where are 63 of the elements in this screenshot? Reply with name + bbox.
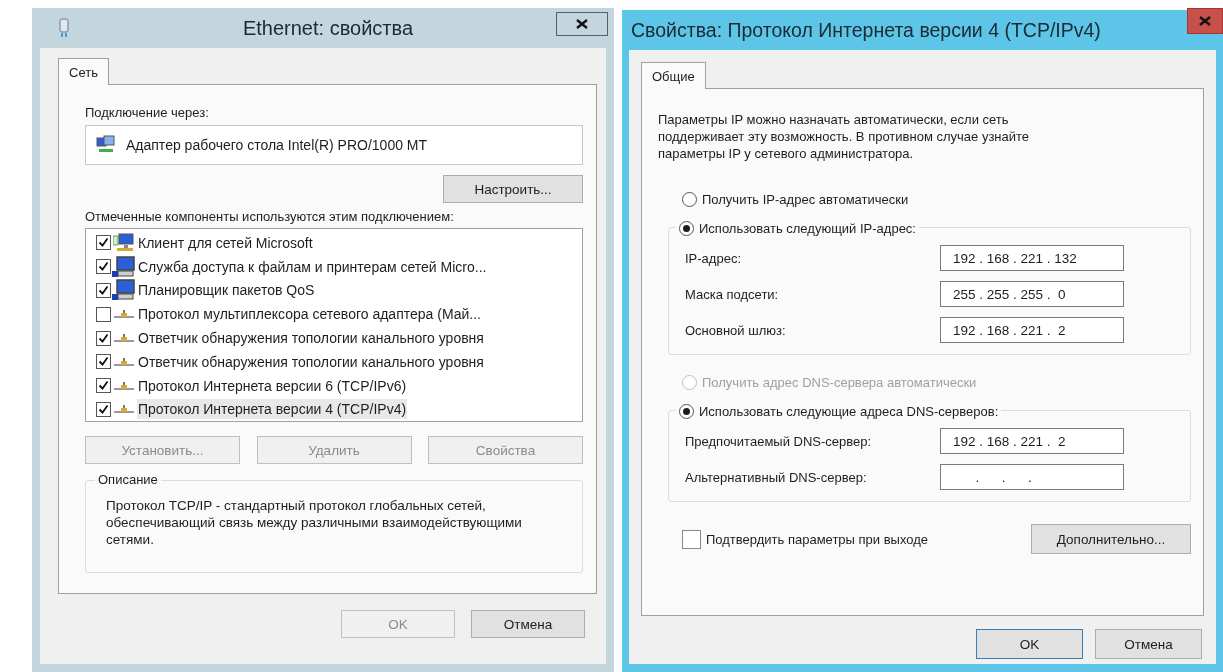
- radio-label: Использовать следующие адреса DNS-серверов:: [699, 404, 999, 419]
- close-icon: [1199, 16, 1211, 26]
- protocol-icon: [113, 356, 135, 367]
- component-item[interactable]: Клиент для сетей Microsoft: [137, 232, 314, 253]
- window-title: Свойства: Протокол Интернета версии 4 (TCP/IPv4): [631, 18, 1101, 42]
- network-adapter-icon: [96, 135, 116, 155]
- component-item[interactable]: Ответчик обнаружения топологии канального уровня: [137, 351, 485, 372]
- ip-address-field[interactable]: . . .: [940, 464, 1124, 490]
- close-button[interactable]: [556, 12, 608, 36]
- computer-icon: [112, 279, 136, 302]
- protocol-icon: [113, 380, 135, 391]
- component-item[interactable]: Протокол мультиплексора сетевого адаптера (Май...: [137, 304, 482, 325]
- radio-button[interactable]: [682, 192, 697, 207]
- connect-label: Подключение через:: [85, 105, 210, 120]
- field-label: Основной шлюз:: [685, 322, 786, 338]
- intro-text: Параметры IP можно назначать автоматически, если сеть поддерживает эту возможность. В противном случае узнайте параметры IP у сетевого администратора.: [658, 111, 1031, 162]
- component-item[interactable]: Протокол Интернета версии 6 (TCP/IPv6): [137, 375, 408, 396]
- adapter-name: Адаптер рабочего стола Intel(R) PRO/1000 MT: [126, 137, 428, 153]
- description-text: Протокол TCP/IP - стандартный протокол глобальных сетей, обеспечивающий связь между различными взаимодействующими сетями.: [106, 497, 523, 548]
- protocol-icon: [113, 404, 135, 415]
- radio-label: Получить IP-адрес автоматически: [702, 192, 909, 207]
- field-label: IP-адрес:: [685, 250, 741, 266]
- component-item[interactable]: Планировщик пакетов QoS: [137, 280, 316, 301]
- checkbox[interactable]: [96, 354, 111, 370]
- radio-button[interactable]: [679, 221, 694, 236]
- window-title: Ethernet: свойства: [241, 16, 415, 40]
- ip-address-field[interactable]: 192 . 168 . 221 . 2: [940, 317, 1124, 343]
- field-label: Предпочитаемый DNS-сервер:: [685, 433, 872, 449]
- ip-address-field[interactable]: 192 . 168 . 221 . 2: [940, 428, 1124, 454]
- field-label: Альтернативный DNS-сервер:: [685, 469, 867, 485]
- dialog-button[interactable]: Отмена: [471, 610, 585, 638]
- component-item[interactable]: Ответчик обнаружения топологии канального уровня: [137, 328, 485, 349]
- checkbox[interactable]: [96, 306, 111, 322]
- checkbox[interactable]: [96, 259, 111, 275]
- protocol-icon: [113, 333, 135, 344]
- radio-label: Использовать следующий IP-адрес:: [699, 221, 916, 236]
- computer-icon: [112, 255, 136, 278]
- dialog-button[interactable]: OK: [976, 629, 1083, 659]
- checkbox[interactable]: [96, 235, 111, 251]
- checkbox-label: Подтвердить параметры при выходе: [706, 531, 929, 547]
- checkbox[interactable]: [96, 378, 111, 394]
- ip-address-field[interactable]: 192 . 168 . 221 . 132: [940, 245, 1124, 271]
- checkbox[interactable]: [96, 401, 111, 417]
- description-legend: Описание: [95, 472, 161, 487]
- components-label: Отмеченные компоненты используются этим подключением:: [85, 209, 455, 224]
- tab[interactable]: Сеть: [58, 58, 109, 85]
- dialog-button[interactable]: Отмена: [1095, 629, 1202, 659]
- component-item[interactable]: Протокол Интернета версии 4 (TCP/IPv4): [137, 399, 408, 420]
- component-item[interactable]: Служба доступа к файлам и принтерам сетей Micro...: [137, 256, 488, 277]
- close-icon: [576, 19, 588, 29]
- checkbox[interactable]: [96, 283, 111, 298]
- radio-button[interactable]: [679, 404, 694, 419]
- checkbox[interactable]: [682, 529, 701, 549]
- checkbox[interactable]: [96, 330, 111, 346]
- tab[interactable]: Общие: [641, 62, 706, 89]
- field-label: Маска подсети:: [685, 286, 779, 302]
- advanced-button[interactable]: Дополнительно...: [1031, 524, 1191, 554]
- network-computer-icon: [113, 232, 135, 253]
- protocol-icon: [113, 309, 135, 320]
- plug-icon: [58, 18, 70, 38]
- configure-button[interactable]: Настроить...: [443, 175, 583, 203]
- ip-address-field[interactable]: 255 . 255 . 255 . 0: [940, 281, 1124, 307]
- radio-label: Получить адрес DNS-сервера автоматически: [702, 375, 977, 390]
